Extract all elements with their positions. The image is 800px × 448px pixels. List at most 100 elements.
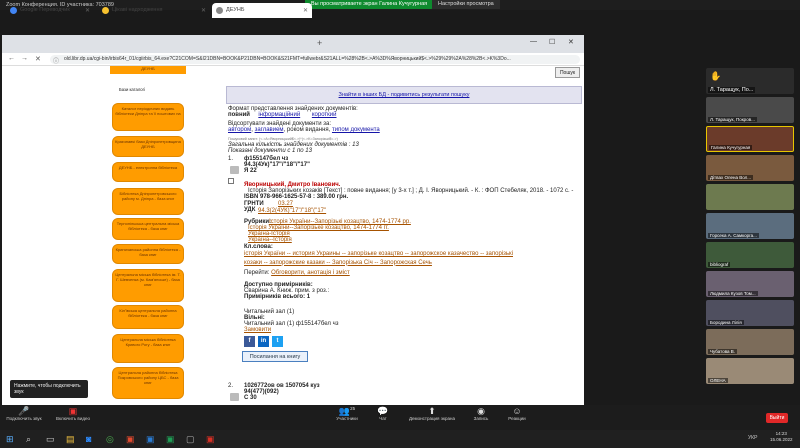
sidebar-item-local-history[interactable]: Краєзнавчі бази Дніпропетровщина ДЕУНБ bbox=[112, 136, 184, 157]
sort-title[interactable]: заглавием bbox=[255, 127, 284, 133]
clock[interactable]: 14:23 15.06.2022 bbox=[770, 431, 793, 444]
sidebar-item-dnipro-district[interactable]: Бібліотека Дніпропетровського району м. … bbox=[112, 188, 184, 215]
record-button[interactable]: ◉ Запись bbox=[466, 407, 496, 422]
video-icon: ▣ bbox=[68, 406, 78, 416]
discuss-link[interactable]: Обговорити, анотація і зміст bbox=[271, 270, 350, 276]
participant-tile[interactable]: Бородина Лілія bbox=[706, 300, 794, 326]
forward-icon[interactable]: → bbox=[21, 55, 28, 62]
sidebar-item-krynychky[interactable]: Криничанська районна бібліотека - база к… bbox=[112, 244, 184, 264]
udk-link[interactable]: 94.3(2(4УК)"17"/"18"("17" bbox=[258, 208, 326, 214]
other-db-link[interactable]: Знайти в інших БД - подивитись результат… bbox=[339, 92, 470, 98]
participant-tile[interactable]: Людмила Кузов Том... bbox=[706, 271, 794, 297]
format-full[interactable]: повний bbox=[228, 112, 250, 118]
tab-google-translate[interactable]: Google Переводчик ✕ bbox=[6, 3, 94, 18]
sidebar-item-ternopil[interactable]: Тернопільська центральна міська бібліоте… bbox=[112, 218, 184, 240]
sidebar-item-kryvyi-rih[interactable]: Центральна міська бібліотека Кривого Рог… bbox=[112, 334, 184, 363]
excel-icon[interactable]: ▣ bbox=[166, 434, 175, 445]
loading-icon bbox=[216, 7, 223, 14]
format-info[interactable]: інформаційний bbox=[258, 112, 300, 118]
new-tab-button[interactable]: + bbox=[317, 38, 322, 48]
tab-new-arrivals[interactable]: Цікаві надходження ✕ bbox=[98, 3, 210, 18]
unmute-tooltip: Нажмите, чтобы подключить звук bbox=[10, 380, 88, 398]
close-icon[interactable]: ✕ bbox=[201, 7, 206, 14]
language-indicator[interactable]: УКР bbox=[748, 435, 757, 441]
sort-type[interactable]: типом документа bbox=[332, 127, 380, 133]
sidebar-item-pokrovsk[interactable]: Центральна районна бібліотека Покровсько… bbox=[112, 367, 184, 399]
sidebar-item-kilivska[interactable]: Кіл'ївська центральна районна бібліотека… bbox=[112, 305, 184, 329]
goto-label: Перейти: bbox=[244, 270, 270, 276]
url-input[interactable]: old.libr.dp.ua/cgi-bin/irbis64r_01/cgiir… bbox=[50, 55, 580, 64]
sidebar-item-periodicals[interactable]: Каталог періодичних видань бібліотеки Дн… bbox=[112, 103, 184, 131]
sort-year: роком видання bbox=[286, 127, 329, 133]
doc-isbn: ISBN 978-966-1625-57-8 : 389.00 грн. bbox=[244, 194, 349, 200]
participant-count: 25 bbox=[350, 406, 356, 411]
format-short[interactable]: короткий bbox=[312, 112, 337, 118]
participant-tile[interactable]: ✋ Л. Таращук, По... bbox=[706, 68, 794, 94]
sort-author[interactable]: автором bbox=[228, 127, 251, 133]
sidebar-heading[interactable]: Бази каталогі bbox=[119, 87, 145, 92]
info-icon[interactable]: ⓘ bbox=[53, 56, 59, 65]
start-video-button[interactable]: ▣ Включить видео bbox=[52, 406, 94, 422]
grnti-link[interactable]: 03.27 bbox=[278, 201, 293, 207]
close-icon[interactable]: ✕ bbox=[85, 7, 90, 14]
close-window-icon[interactable]: ✕ bbox=[568, 38, 574, 46]
participant-tile[interactable]: Л. Таращук, Покров... bbox=[706, 97, 794, 123]
sidebar-item-kamianske[interactable]: Центральна міська бібліотека ім. Т. Г. Ш… bbox=[112, 269, 184, 302]
minimize-icon[interactable]: — bbox=[530, 38, 537, 45]
printer-icon[interactable] bbox=[230, 166, 239, 174]
control-label: Участники bbox=[336, 416, 358, 421]
printer-icon[interactable] bbox=[230, 393, 239, 401]
linkedin-icon[interactable]: in bbox=[258, 336, 269, 347]
twitter-icon[interactable]: t bbox=[272, 336, 283, 347]
powerpoint-icon[interactable]: ▣ bbox=[126, 434, 135, 445]
search-button[interactable]: Пошук bbox=[555, 67, 580, 78]
app-icon[interactable]: ▢ bbox=[186, 434, 195, 445]
participant-name: Горсека А. Самкорга... bbox=[708, 233, 759, 238]
participant-tile[interactable]: Галина Кучугурная bbox=[706, 126, 794, 152]
participant-tile[interactable]: Дітвах Олена Вол... bbox=[706, 155, 794, 181]
pdf-icon[interactable]: ▣ bbox=[206, 434, 215, 445]
task-view-icon[interactable]: ▭ bbox=[46, 434, 55, 445]
stop-icon[interactable]: ✕ bbox=[35, 55, 41, 63]
word-icon[interactable]: ▣ bbox=[146, 434, 155, 445]
back-icon[interactable]: ← bbox=[8, 55, 15, 62]
view-options-button[interactable]: Настройки просмотра bbox=[432, 0, 500, 9]
unmute-button[interactable]: 🎤 Подключить звук bbox=[2, 407, 46, 422]
participants-icon: 👥25 bbox=[338, 406, 356, 416]
participant-name: ОЛЕНА bbox=[708, 378, 728, 383]
search-query: Пошуковий запит: (<.>A=Яворницький$<.>)*… bbox=[228, 137, 338, 141]
participants-button[interactable]: 👥25 Участники bbox=[330, 406, 364, 421]
participant-tile[interactable]: ОЛЕНА bbox=[706, 358, 794, 384]
sidebar-top-item[interactable]: ДЕУНБ bbox=[110, 66, 186, 74]
tab-label: ДЕУНБ bbox=[226, 7, 245, 13]
search-icon[interactable]: ⌕ bbox=[26, 434, 31, 445]
tab-label: Google Переводчик bbox=[20, 7, 70, 13]
chat-button[interactable]: 💬 Чат bbox=[368, 407, 398, 422]
file-explorer-icon[interactable]: ▤ bbox=[66, 434, 75, 445]
reactions-button[interactable]: ☺ Реакции bbox=[502, 407, 532, 422]
share-screen-button[interactable]: ⬆ Демонстрация экрана bbox=[404, 407, 460, 422]
qr-link[interactable]: Замовити bbox=[244, 327, 271, 333]
facebook-icon[interactable]: f bbox=[244, 336, 255, 347]
participant-tile[interactable]: Чубатова В. bbox=[706, 329, 794, 355]
participant-tile[interactable] bbox=[706, 184, 794, 210]
udk-label: УДК bbox=[244, 207, 256, 213]
participant-tile[interactable]: Горсека А. Самкорга... bbox=[706, 213, 794, 239]
participant-tile[interactable]: bibliograf bbox=[706, 242, 794, 268]
date: 15.06.2022 bbox=[770, 437, 793, 443]
close-icon[interactable]: ✕ bbox=[303, 7, 308, 14]
rubric-link[interactable]: Україна--Історія bbox=[248, 237, 292, 243]
sidebar-item-e-library[interactable]: ДЕУНБ - електронна бібліотека bbox=[112, 162, 184, 182]
chrome-icon[interactable]: ◎ bbox=[106, 434, 114, 445]
leave-button[interactable]: Выйти bbox=[766, 413, 788, 423]
order-book-button[interactable]: Посилання на книгу bbox=[242, 351, 308, 362]
select-checkbox[interactable] bbox=[228, 178, 234, 184]
zoom-app-icon[interactable]: ◙ bbox=[86, 434, 91, 444]
participant-name: Л. Таращук, По... bbox=[708, 87, 756, 93]
maximize-icon[interactable]: ☐ bbox=[549, 38, 555, 46]
start-icon[interactable]: ⊞ bbox=[6, 434, 14, 445]
format-options: повний інформаційний короткий bbox=[228, 112, 337, 118]
tab-deunb[interactable]: ДЕУНБ ✕ bbox=[212, 3, 312, 18]
control-label: Демонстрация экрана bbox=[409, 416, 455, 421]
keywords-links[interactable]: історія України -- история Украины -- за… bbox=[244, 250, 529, 267]
